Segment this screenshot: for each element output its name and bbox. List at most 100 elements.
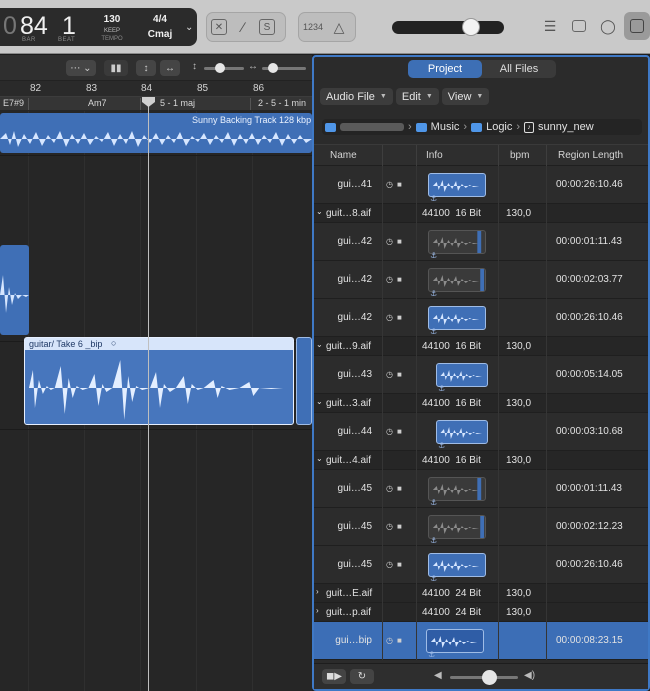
audio-region-partial[interactable]: [0, 245, 29, 335]
bar-ruler[interactable]: 82 83 84 85 86: [0, 81, 312, 97]
disclosure-triangle-icon[interactable]: ⌄: [316, 454, 323, 463]
lock-icon[interactable]: ■: [397, 370, 402, 379]
column-info[interactable]: Info: [426, 150, 443, 161]
clock-icon[interactable]: ◷: [386, 237, 393, 246]
column-bpm[interactable]: bpm: [510, 150, 529, 161]
disclosure-triangle-icon[interactable]: ⌄: [316, 340, 323, 349]
anchor-icon[interactable]: ⚓: [430, 251, 437, 260]
audio-file-row[interactable]: ⌄ guit…8.aif 44100 16 Bit 130,0: [314, 204, 648, 223]
lock-icon[interactable]: ■: [397, 313, 402, 322]
anchor-icon[interactable]: ⚓: [430, 289, 437, 298]
path-segment-music[interactable]: Music: [431, 121, 460, 133]
disclosure-triangle-icon[interactable]: ⌄: [316, 207, 323, 216]
region-row[interactable]: gui…42 ◷ ■ ⚓ 00:00:01:11.43: [314, 223, 648, 261]
column-region-length[interactable]: Region Length: [558, 150, 623, 161]
horizontal-fit-icon[interactable]: ↔: [160, 60, 180, 76]
file-info: 44100 16 Bit: [422, 398, 481, 409]
lcd-display[interactable]: 0 84 1 BAR BEAT 130 KEEP TEMPO 4/4 Cmaj …: [0, 8, 197, 46]
speaker-icon[interactable]: ◼▶: [322, 669, 346, 684]
lock-icon[interactable]: ■: [397, 275, 402, 284]
browser-icon[interactable]: [624, 12, 650, 40]
master-volume-knob[interactable]: [462, 18, 480, 36]
anchor-icon[interactable]: ⚓: [438, 384, 445, 393]
anchor-icon[interactable]: ⚓: [430, 327, 437, 336]
waveform-zoom-icon[interactable]: ▮▮: [104, 60, 128, 76]
preview-volume-knob[interactable]: [482, 670, 497, 685]
column-name[interactable]: Name: [330, 150, 357, 161]
clock-icon[interactable]: ◷: [386, 522, 393, 531]
path-bar[interactable]: › Music › Logic › ♪ sunny_new: [322, 119, 642, 135]
notepad-icon[interactable]: [566, 12, 592, 40]
lock-icon[interactable]: ■: [397, 180, 402, 189]
disclosure-triangle-icon[interactable]: ›: [316, 606, 319, 615]
region-row[interactable]: gui…bip ◷ ■ ⚓ 00:00:08:23.15: [314, 622, 648, 660]
anchor-icon[interactable]: ⚓: [428, 650, 435, 659]
anchor-icon[interactable]: ⚓: [430, 536, 437, 545]
smart-controls-icon[interactable]: ✕: [207, 15, 231, 39]
region-row[interactable]: gui…41 ◷ ■ ⚓ 00:00:26:10.46: [314, 166, 648, 204]
audio-file-row[interactable]: ⌄ guit…3.aif 44100 16 Bit 130,0: [314, 394, 648, 413]
region-row[interactable]: gui…45 ◷ ■ ⚓ 00:00:01:11.43: [314, 470, 648, 508]
score-icon[interactable]: S: [255, 15, 279, 39]
audio-file-row[interactable]: › guit…p.aif 44100 24 Bit 130,0: [314, 603, 648, 622]
loop-browser-icon[interactable]: ◯: [595, 12, 621, 40]
audio-file-row[interactable]: ⌄ guit…9.aif 44100 16 Bit 130,0: [314, 337, 648, 356]
metronome-icon[interactable]: △: [327, 15, 351, 39]
clock-icon[interactable]: ◷: [386, 180, 393, 189]
lock-icon[interactable]: ■: [397, 237, 402, 246]
clock-icon[interactable]: ◷: [386, 313, 393, 322]
region-row[interactable]: gui…43 ◷ ■ ⚓ 00:00:05:14.05: [314, 356, 648, 394]
lock-icon[interactable]: ■: [397, 560, 402, 569]
clock-icon[interactable]: ◷: [386, 275, 393, 284]
path-segment-logic[interactable]: Logic: [486, 121, 512, 133]
clock-icon[interactable]: ◷: [386, 560, 393, 569]
audio-file-row[interactable]: ⌄ guit…4.aif 44100 16 Bit 130,0: [314, 451, 648, 470]
anchor-icon[interactable]: ⚓: [430, 194, 437, 203]
audio-region-next[interactable]: [296, 337, 312, 425]
region-row[interactable]: gui…44 ◷ ■ ⚓ 00:00:03:10.68: [314, 413, 648, 451]
vertical-fit-icon[interactable]: ↕: [136, 60, 156, 76]
playhead[interactable]: [148, 97, 149, 691]
audio-file-list[interactable]: gui…41 ◷ ■ ⚓ 00:00:26:10.46 ⌄ guit…8.aif 44100 …: [314, 166, 648, 662]
region-name: gui…44: [337, 426, 372, 437]
disclosure-triangle-icon[interactable]: ›: [316, 587, 319, 596]
loop-icon[interactable]: ↻: [350, 669, 374, 684]
audio-file-row[interactable]: › guit…E.aif 44100 24 Bit 130,0: [314, 584, 648, 603]
count-in-icon[interactable]: 1234: [299, 15, 327, 39]
tab-all-files[interactable]: All Files: [482, 60, 556, 78]
lock-icon[interactable]: ■: [397, 636, 402, 645]
chevron-down-icon[interactable]: ⌄: [185, 22, 193, 33]
file-bpm: 130,0: [506, 341, 532, 352]
disclosure-triangle-icon[interactable]: ⌄: [316, 397, 323, 406]
path-segment-project[interactable]: sunny_new: [538, 121, 594, 133]
audio-file-menu[interactable]: Audio File ▼: [320, 88, 393, 105]
horizontal-zoom-knob[interactable]: [268, 63, 278, 73]
region-row[interactable]: gui…42 ◷ ■ ⚓ 00:00:02:03.77: [314, 261, 648, 299]
region-row[interactable]: gui…42 ◷ ■ ⚓ 00:00:26:10.46: [314, 299, 648, 337]
vertical-zoom-knob[interactable]: [215, 63, 225, 73]
lock-icon[interactable]: ■: [397, 427, 402, 436]
chord-track[interactable]: E7#9 Am7 5 - 1 maj 2 - 5 - 1 min: [0, 97, 312, 111]
clock-icon[interactable]: ◷: [386, 427, 393, 436]
anchor-icon[interactable]: ⚓: [430, 498, 437, 507]
region-row[interactable]: gui…45 ◷ ■ ⚓ 00:00:26:10.46: [314, 546, 648, 584]
clock-icon[interactable]: ◷: [386, 484, 393, 493]
clock-icon[interactable]: ◷: [386, 636, 393, 645]
edit-menu[interactable]: Edit ▼: [395, 88, 439, 105]
tracks-area[interactable]: Sunny Backing Track 128 kbp guitar/ Take…: [0, 111, 312, 691]
guitar-waveform: [25, 350, 293, 424]
region-row[interactable]: gui…45 ◷ ■ ⚓ 00:00:02:12.23: [314, 508, 648, 546]
list-editors-icon[interactable]: ☰: [537, 12, 563, 40]
clock-icon[interactable]: ◷: [386, 370, 393, 379]
lock-icon[interactable]: ■: [397, 484, 402, 493]
view-menu[interactable]: View ▼: [441, 88, 490, 105]
anchor-icon[interactable]: ⚓: [438, 441, 445, 450]
master-volume-slider[interactable]: [392, 21, 504, 34]
guitar-take-region[interactable]: guitar/ Take 6 _bip ○: [24, 337, 294, 425]
anchor-icon[interactable]: ⚓: [430, 574, 437, 583]
tab-project[interactable]: Project: [408, 60, 482, 78]
automation-menu-icon[interactable]: ⋯ ⌄: [66, 60, 96, 76]
editors-icon[interactable]: ∕: [231, 15, 255, 39]
backing-track-region[interactable]: Sunny Backing Track 128 kbp: [0, 113, 312, 153]
lock-icon[interactable]: ■: [397, 522, 402, 531]
